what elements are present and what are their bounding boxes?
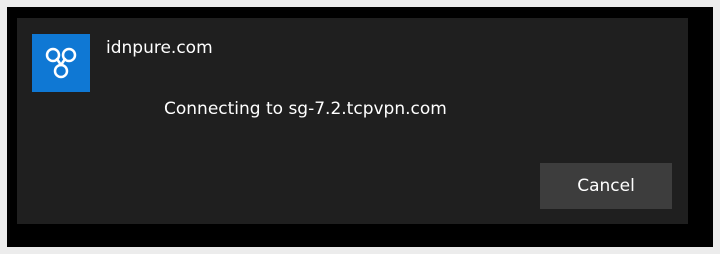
vpn-knot-icon (45, 47, 77, 79)
app-name: idnpure.com (106, 38, 213, 58)
connection-status-text: Connecting to sg-7.2.tcpvpn.com (164, 99, 447, 119)
vpn-app-icon (32, 34, 90, 92)
cancel-button[interactable]: Cancel (540, 163, 672, 209)
